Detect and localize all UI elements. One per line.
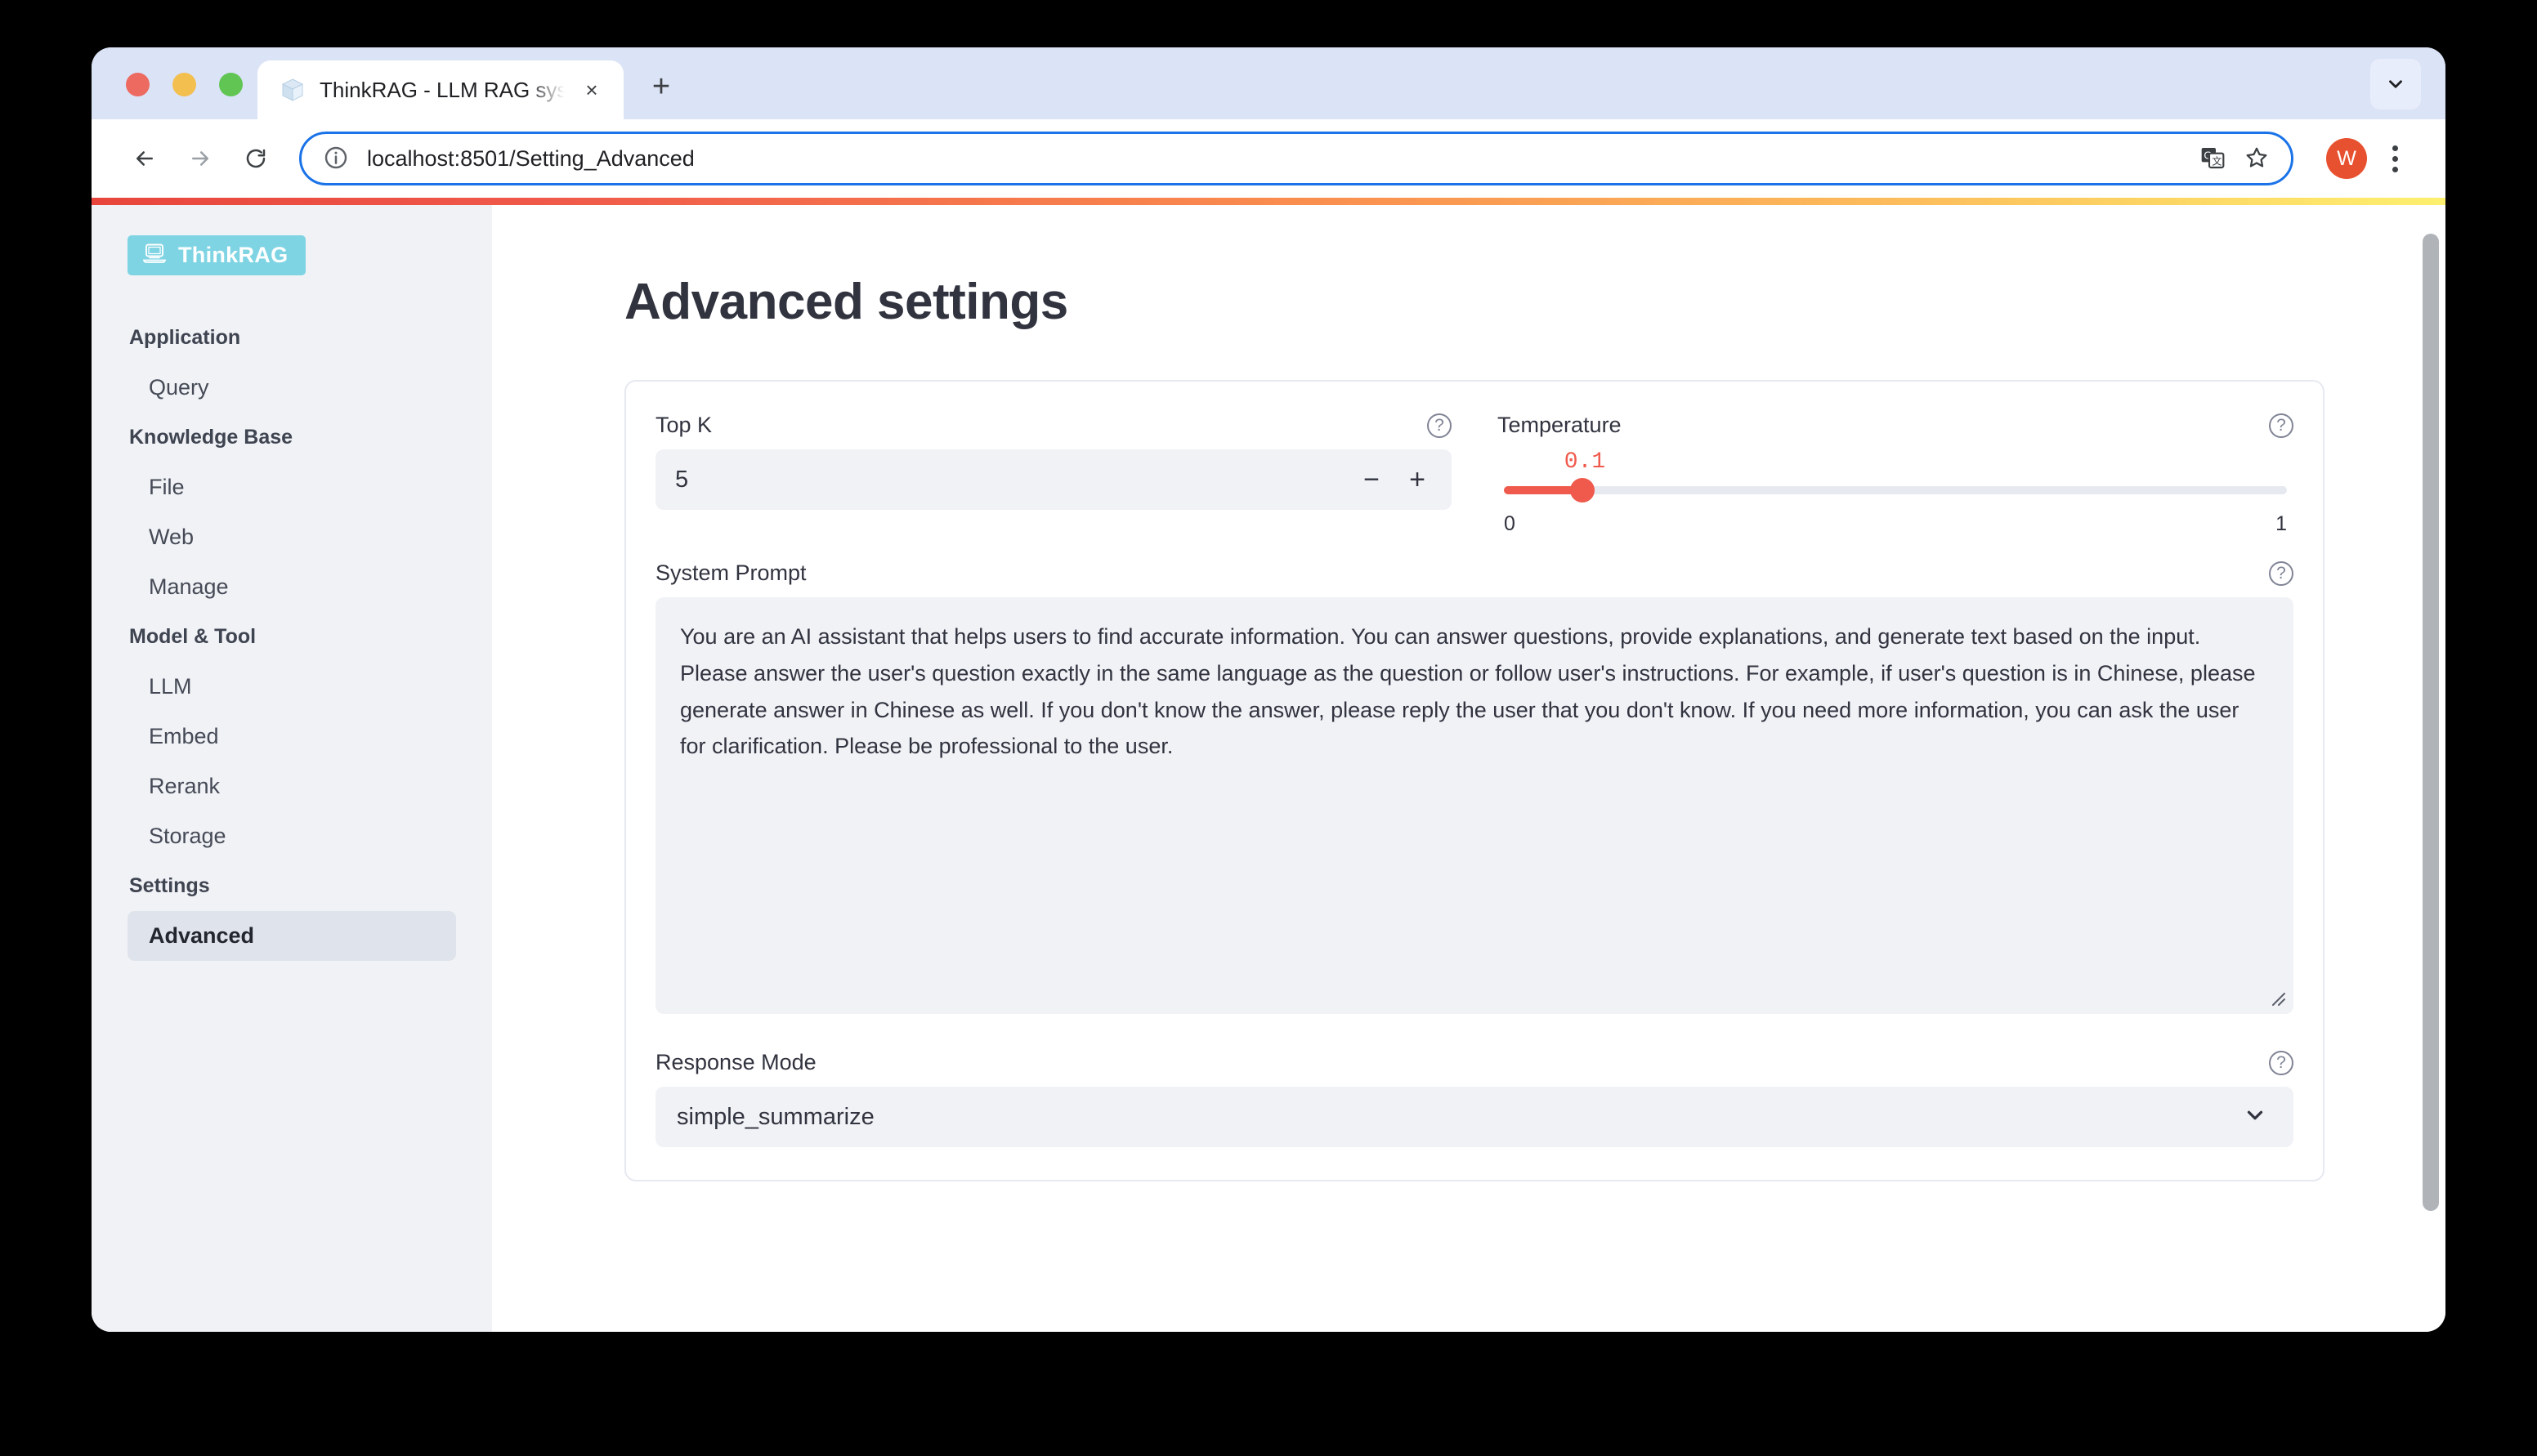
temperature-value: 0.1 bbox=[1564, 449, 1606, 475]
reload-button[interactable] bbox=[230, 133, 281, 184]
app-logo: ThinkRAG bbox=[128, 235, 306, 275]
minimize-window-button[interactable] bbox=[172, 73, 196, 96]
browser-window: ThinkRAG - LLM RAG system × + bbox=[92, 47, 2445, 1332]
system-prompt-value: You are an AI assistant that helps users… bbox=[680, 624, 2256, 759]
slider-track[interactable] bbox=[1504, 478, 2287, 502]
sidebar-item-embed[interactable]: Embed bbox=[128, 712, 456, 761]
browser-tab[interactable]: ThinkRAG - LLM RAG system × bbox=[257, 60, 624, 119]
help-circle-icon[interactable]: ? bbox=[2269, 561, 2293, 586]
window-controls bbox=[92, 73, 243, 119]
top-k-increment-button[interactable]: + bbox=[1394, 457, 1440, 502]
app-sidebar: ThinkRAG Application Query Knowledge Bas… bbox=[92, 198, 492, 1332]
top-k-label: Top K bbox=[656, 413, 713, 437]
help-circle-icon[interactable]: ? bbox=[2269, 1050, 2293, 1075]
translate-icon[interactable]: G 文 bbox=[2199, 145, 2227, 172]
sidebar-item-advanced[interactable]: Advanced bbox=[128, 911, 456, 961]
tab-search-button[interactable] bbox=[2370, 59, 2421, 109]
sidebar-nav: Application Query Knowledge Base File We… bbox=[92, 313, 492, 961]
settings-card: Top K ? 5 − + Temperature ? 0.1 0 1 Syst… bbox=[624, 380, 2324, 1181]
sidebar-item-web[interactable]: Web bbox=[128, 512, 456, 562]
slider-max-label: 1 bbox=[2275, 512, 2287, 535]
svg-text:文: 文 bbox=[2212, 155, 2222, 167]
response-mode-field: Response Mode ? simple_summarize bbox=[656, 1050, 2293, 1147]
system-prompt-field: System Prompt ? You are an AI assistant … bbox=[656, 561, 2293, 1014]
system-prompt-textarea[interactable]: You are an AI assistant that helps users… bbox=[656, 597, 2293, 1014]
sidebar-item-llm[interactable]: LLM bbox=[128, 662, 456, 712]
temperature-slider[interactable]: 0.1 0 1 bbox=[1497, 449, 2293, 536]
system-prompt-label: System Prompt bbox=[656, 561, 807, 585]
new-tab-button[interactable]: + bbox=[640, 65, 682, 108]
streamlit-gradient-bar bbox=[92, 198, 2445, 205]
response-mode-select[interactable]: simple_summarize bbox=[656, 1087, 2293, 1147]
address-bar[interactable]: localhost:8501/Setting_Advanced G 文 bbox=[299, 132, 2293, 185]
star-icon[interactable] bbox=[2244, 145, 2271, 172]
sidebar-item-file[interactable]: File bbox=[128, 462, 456, 512]
temperature-field: Temperature ? 0.1 0 1 bbox=[1497, 413, 2293, 536]
tab-title: ThinkRAG - LLM RAG system bbox=[320, 77, 565, 102]
page-scrollbar[interactable] bbox=[2423, 234, 2439, 1211]
sidebar-section-application: Application bbox=[129, 326, 241, 349]
app-logo-text: ThinkRAG bbox=[178, 243, 289, 267]
resize-grip-icon[interactable] bbox=[2265, 985, 2286, 1007]
top-k-decrement-button[interactable]: − bbox=[1349, 457, 1394, 502]
cube-icon bbox=[279, 76, 306, 104]
top-k-field: Top K ? 5 − + bbox=[656, 413, 1452, 536]
reload-icon bbox=[246, 149, 266, 168]
slider-thumb[interactable] bbox=[1569, 478, 1595, 502]
arrow-left-icon bbox=[136, 151, 153, 166]
main-content: Advanced settings Top K ? 5 − + Temperat… bbox=[492, 198, 2445, 1332]
response-mode-value: simple_summarize bbox=[677, 1103, 875, 1130]
top-k-value[interactable]: 5 bbox=[675, 467, 1349, 494]
page-title: Advanced settings bbox=[624, 274, 1068, 330]
sidebar-item-storage[interactable]: Storage bbox=[128, 811, 456, 861]
laptop-icon bbox=[142, 243, 167, 268]
back-button[interactable] bbox=[119, 133, 170, 184]
temperature-label: Temperature bbox=[1497, 413, 1622, 437]
close-tab-icon[interactable]: × bbox=[578, 76, 606, 104]
url-text: localhost:8501/Setting_Advanced bbox=[367, 145, 695, 171]
profile-avatar[interactable]: W bbox=[2326, 138, 2367, 179]
help-circle-icon[interactable]: ? bbox=[2269, 413, 2293, 438]
info-icon[interactable] bbox=[323, 145, 351, 172]
close-window-button[interactable] bbox=[126, 73, 150, 96]
arrow-right-icon bbox=[192, 151, 208, 166]
sidebar-item-manage[interactable]: Manage bbox=[128, 562, 456, 612]
top-k-stepper[interactable]: 5 − + bbox=[656, 449, 1452, 510]
response-mode-label: Response Mode bbox=[656, 1050, 817, 1074]
sidebar-item-rerank[interactable]: Rerank bbox=[128, 761, 456, 811]
app-viewport: ThinkRAG Application Query Knowledge Bas… bbox=[92, 198, 2445, 1332]
maximize-window-button[interactable] bbox=[219, 73, 243, 96]
help-circle-icon[interactable]: ? bbox=[1427, 413, 1452, 438]
tab-strip: ThinkRAG - LLM RAG system × + bbox=[92, 47, 2445, 119]
sidebar-section-model-tool: Model & Tool bbox=[129, 625, 257, 648]
browser-toolbar: localhost:8501/Setting_Advanced G 文 W bbox=[92, 119, 2445, 198]
sidebar-item-query[interactable]: Query bbox=[128, 363, 456, 413]
forward-button[interactable] bbox=[175, 133, 226, 184]
sidebar-section-settings: Settings bbox=[129, 874, 210, 897]
chevron-down-icon bbox=[2389, 80, 2402, 88]
settings-row-top: Top K ? 5 − + Temperature ? 0.1 0 1 bbox=[656, 413, 2293, 536]
slider-min-label: 0 bbox=[1504, 512, 1515, 535]
sidebar-section-knowledge-base: Knowledge Base bbox=[129, 426, 293, 449]
chevron-down-icon[interactable] bbox=[2243, 1103, 2267, 1132]
browser-menu-button[interactable] bbox=[2372, 136, 2418, 181]
